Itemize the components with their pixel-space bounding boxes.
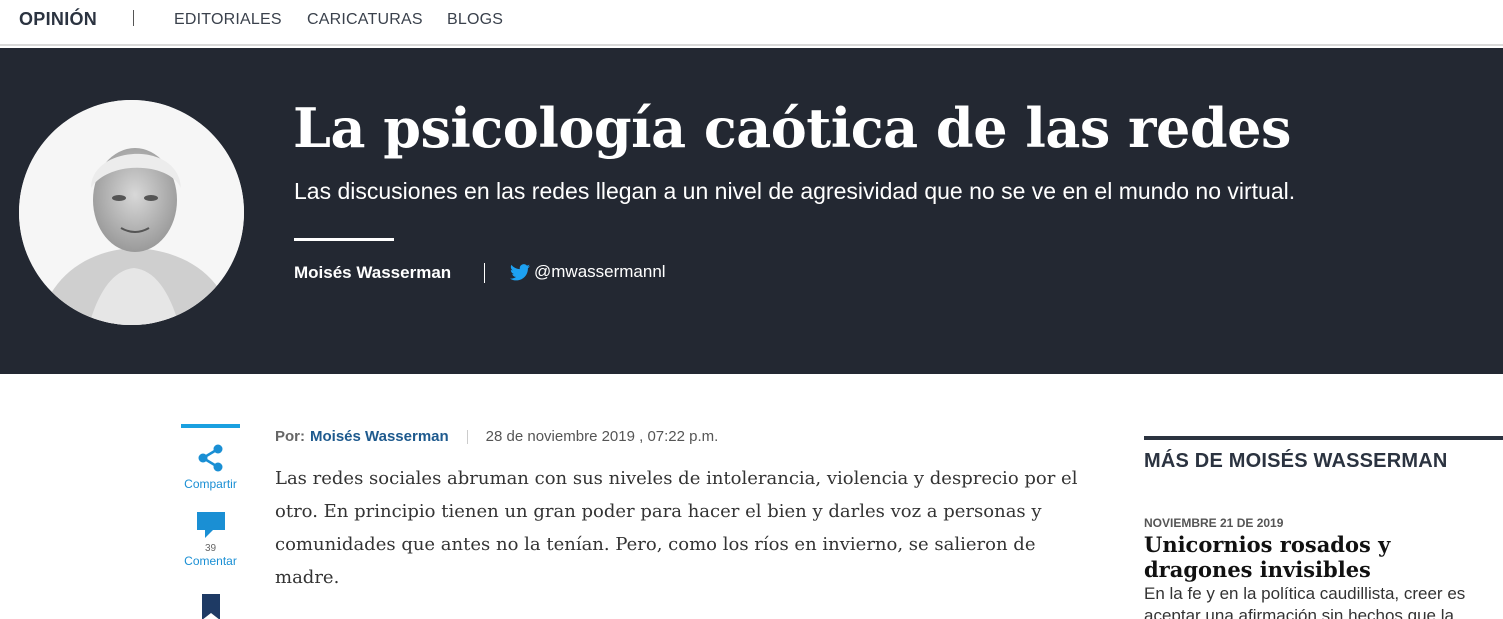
hero-divider (294, 238, 394, 241)
hero-separator (484, 263, 485, 283)
nav-link-editoriales[interactable]: EDITORIALES (174, 11, 282, 29)
article-byline: Por: Moisés Wasserman 28 de noviembre 20… (275, 428, 718, 445)
share-button[interactable]: Compartir (181, 442, 240, 491)
author-avatar (19, 100, 244, 325)
twitter-icon (510, 263, 530, 280)
article-subtitle: Las discusiones en las redes llegan a un… (294, 178, 1296, 204)
more-from-author-sidebar: MÁS DE MOISÉS WASSERMAN NOVIEMBRE 21 DE … (1144, 436, 1503, 619)
comment-icon (196, 512, 225, 538)
bookmark-icon (201, 594, 220, 619)
byline-prefix: Por: (275, 428, 305, 445)
article-hero: La psicología caótica de las redes Las d… (0, 48, 1503, 374)
comment-count: 39 (204, 543, 217, 554)
top-nav: OPINIÓN EDITORIALES CARICATURAS BLOGS (0, 0, 1503, 46)
sidebar-heading: MÁS DE MOISÉS WASSERMAN (1144, 450, 1448, 472)
share-label: Compartir (184, 477, 237, 491)
bookmark-button[interactable] (181, 594, 240, 619)
author-portrait-image (19, 100, 244, 325)
nav-section-opinion[interactable]: OPINIÓN (19, 9, 97, 30)
nav-link-caricaturas[interactable]: CARICATURAS (307, 11, 423, 29)
sidebar-top-rule (1144, 436, 1503, 440)
twitter-handle: @mwassermannl (534, 262, 666, 281)
sidebar-article-date: NOVIEMBRE 21 DE 2019 (1144, 516, 1284, 530)
byline-divider (466, 429, 468, 444)
article-paragraph: Las redes sociales abruman con sus nivel… (275, 468, 1078, 588)
sidebar-article-card[interactable]: NOVIEMBRE 21 DE 2019 Unicornios rosados … (1144, 516, 1503, 619)
article-date: 28 de noviembre 2019 , 07:22 p.m. (485, 428, 719, 445)
article-title: La psicología caótica de las redes (293, 96, 1291, 160)
share-rail: Compartir 39 Comentar (181, 424, 240, 619)
share-rail-accent (181, 424, 240, 428)
sidebar-article-title[interactable]: Unicornios rosados y dragones invisibles (1144, 532, 1503, 582)
comment-button[interactable]: 39 Comentar (181, 510, 240, 568)
byline-author-link[interactable]: Moisés Wasserman (310, 428, 449, 445)
nav-link-blogs[interactable]: BLOGS (447, 11, 503, 29)
twitter-link[interactable]: @mwassermannl (510, 262, 666, 282)
nav-divider (133, 10, 134, 26)
sidebar-article-description: En la fe y en la política caudillista, c… (1144, 584, 1466, 619)
comment-label: Comentar (184, 554, 237, 568)
share-icon (198, 444, 222, 472)
hero-author-link[interactable]: Moisés Wasserman (294, 263, 451, 283)
